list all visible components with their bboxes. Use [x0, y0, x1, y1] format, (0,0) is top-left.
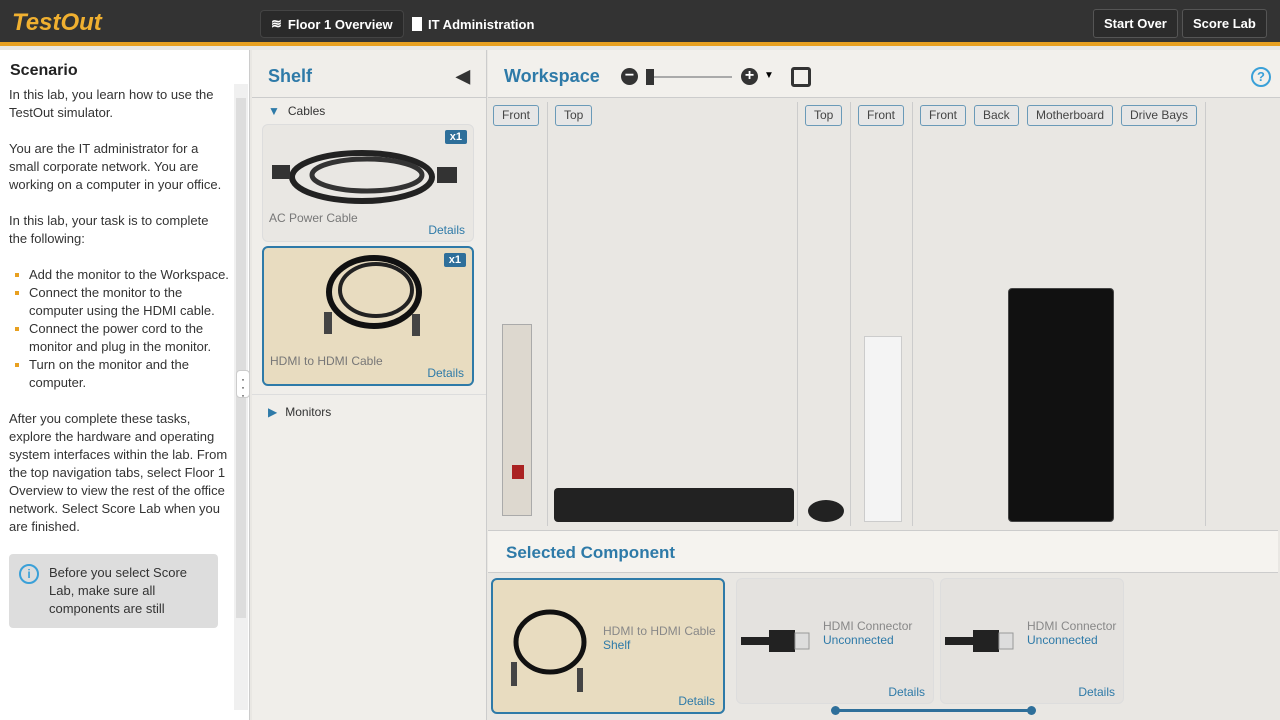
scenario-text: In this lab, you learn how to use the Te… [9, 87, 214, 120]
computer-motherboard-button[interactable]: Motherboard [1027, 105, 1114, 126]
help-icon[interactable]: ? [1251, 67, 1271, 87]
computer-back-button[interactable]: Back [974, 105, 1019, 126]
desk-top-button[interactable]: Top [555, 105, 593, 126]
details-link[interactable]: Details [1078, 685, 1115, 699]
divider [547, 102, 548, 526]
top-bar: TestOut ≋ Floor 1 Overview IT Administrat… [0, 0, 1280, 46]
component-status: Unconnected [1027, 633, 1098, 647]
expanded-triangle-icon: ▼ [268, 104, 280, 118]
component-name: HDMI to HDMI Cable [603, 624, 716, 638]
selected-card-hdmi-connector-1[interactable]: HDMI Connector Unconnected Details [736, 578, 934, 704]
connector-dot [831, 706, 840, 715]
details-link[interactable]: Details [427, 366, 464, 380]
start-over-button[interactable]: Start Over [1093, 9, 1178, 38]
scenario-text: After you complete these tasks, explore … [9, 411, 228, 534]
shelf-item-ac-power-cable[interactable]: x1 AC Power Cable Details [262, 124, 474, 242]
category-label: Cables [287, 104, 326, 118]
category-cables[interactable]: ▼ Cables [252, 98, 486, 124]
item-label: AC Power Cable [269, 211, 358, 225]
info-icon: i [19, 564, 39, 584]
divider [797, 102, 798, 526]
computer-drive-bays-button[interactable]: Drive Bays [1121, 105, 1198, 126]
wall-plate[interactable] [864, 336, 902, 522]
divider [1205, 102, 1206, 526]
fit-screen-icon[interactable] [791, 67, 811, 87]
zoom-dropdown-icon[interactable]: ▼ [764, 70, 774, 81]
scenario-title: Scenario [10, 62, 78, 79]
wall-plate-front-button[interactable]: Front [858, 105, 905, 126]
details-link[interactable]: Details [888, 685, 925, 699]
ac-power-cable-image [272, 150, 457, 204]
category-monitors[interactable]: ▶ Monitors [252, 394, 486, 425]
component-name: HDMI Connector [823, 619, 913, 633]
layers-icon: ≋ [271, 16, 282, 31]
zoom-in-icon[interactable]: + [741, 68, 758, 85]
collapsed-triangle-icon: ▶ [268, 405, 278, 419]
power-strip[interactable] [502, 324, 532, 516]
mouse-top-button[interactable]: Top [805, 105, 843, 126]
workspace-header: Workspace − + ▼ ? [488, 50, 1280, 98]
selected-card-hdmi-connector-2[interactable]: HDMI Connector Unconnected Details [940, 578, 1124, 704]
scrollbar-thumb[interactable] [236, 98, 246, 618]
task-item: Connect the monitor to the computer usin… [15, 284, 229, 320]
selected-component-header: Selected Component [488, 530, 1278, 573]
task-item: Connect the power cord to the monitor an… [15, 320, 229, 356]
breadcrumb-label: IT Administration [428, 16, 535, 32]
zoom-slider-handle[interactable] [646, 69, 654, 85]
shelf-title: Shelf [268, 66, 313, 86]
item-label: HDMI to HDMI Cable [270, 354, 383, 368]
breadcrumb-label: Floor 1 Overview [287, 16, 393, 32]
breadcrumb-floor-overview[interactable]: ≋ Floor 1 Overview [260, 10, 404, 38]
component-name: HDMI Connector [1027, 619, 1117, 633]
component-status: Shelf [603, 638, 631, 652]
selected-card-hdmi-cable[interactable]: HDMI to HDMI Cable Shelf Details [491, 578, 725, 714]
cable-link-line [835, 709, 1031, 712]
category-label: Monitors [285, 405, 332, 419]
task-list: Add the monitor to the Workspace. Connec… [15, 266, 229, 392]
door-icon [412, 17, 422, 31]
zoom-out-icon[interactable]: − [621, 68, 638, 85]
keyboard[interactable] [554, 488, 794, 522]
workspace-panel: Workspace − + ▼ ? Front Top Top Front Fr… [488, 50, 1280, 720]
shelf-panel: Shelf ◀ ▼ Cables x1 AC Power Cable Details… [252, 50, 487, 720]
component-status: Unconnected [823, 633, 894, 647]
score-lab-button[interactable]: Score Lab [1182, 9, 1267, 38]
zoom-slider[interactable] [646, 69, 732, 85]
breadcrumb-it-administration[interactable]: IT Administration [402, 10, 544, 38]
count-badge: x1 [443, 253, 466, 267]
scenario-panel: Scenario In this lab, you learn how to u… [0, 50, 250, 720]
hdmi-cable-image [324, 255, 422, 336]
shelf-item-hdmi-cable[interactable]: x1 HDMI to HDMI Cable Details [262, 246, 474, 386]
details-link[interactable]: Details [678, 694, 715, 708]
computer-front-button[interactable]: Front [920, 105, 967, 126]
divider [912, 102, 913, 526]
mouse[interactable] [808, 500, 844, 522]
info-note: i Before you select Score Lab, make sure … [9, 554, 218, 628]
power-strip-front-button[interactable]: Front [493, 105, 540, 126]
panel-resize-handle[interactable]: · · · [236, 370, 250, 401]
collapse-shelf-icon[interactable]: ◀ [456, 66, 470, 87]
scenario-text: You are the IT administrator for a small… [9, 141, 222, 192]
shelf-header: Shelf ◀ [252, 50, 486, 98]
testout-logo: TestOut [12, 9, 102, 36]
task-item: Turn on the monitor and the computer. [15, 356, 229, 392]
note-text: Before you select Score Lab, make sure a… [49, 565, 188, 616]
computer-tower[interactable] [1008, 288, 1114, 522]
details-link[interactable]: Details [428, 223, 465, 237]
scenario-text: In this lab, your task is to complete th… [9, 213, 209, 246]
hdmi-connector-image [741, 630, 810, 652]
hdmi-cable-image [511, 609, 587, 692]
hdmi-connector-image [945, 630, 1014, 652]
task-item: Add the monitor to the Workspace. [15, 267, 229, 282]
workspace-title: Workspace [504, 66, 600, 86]
divider [850, 102, 851, 526]
connector-dot [1027, 706, 1036, 715]
